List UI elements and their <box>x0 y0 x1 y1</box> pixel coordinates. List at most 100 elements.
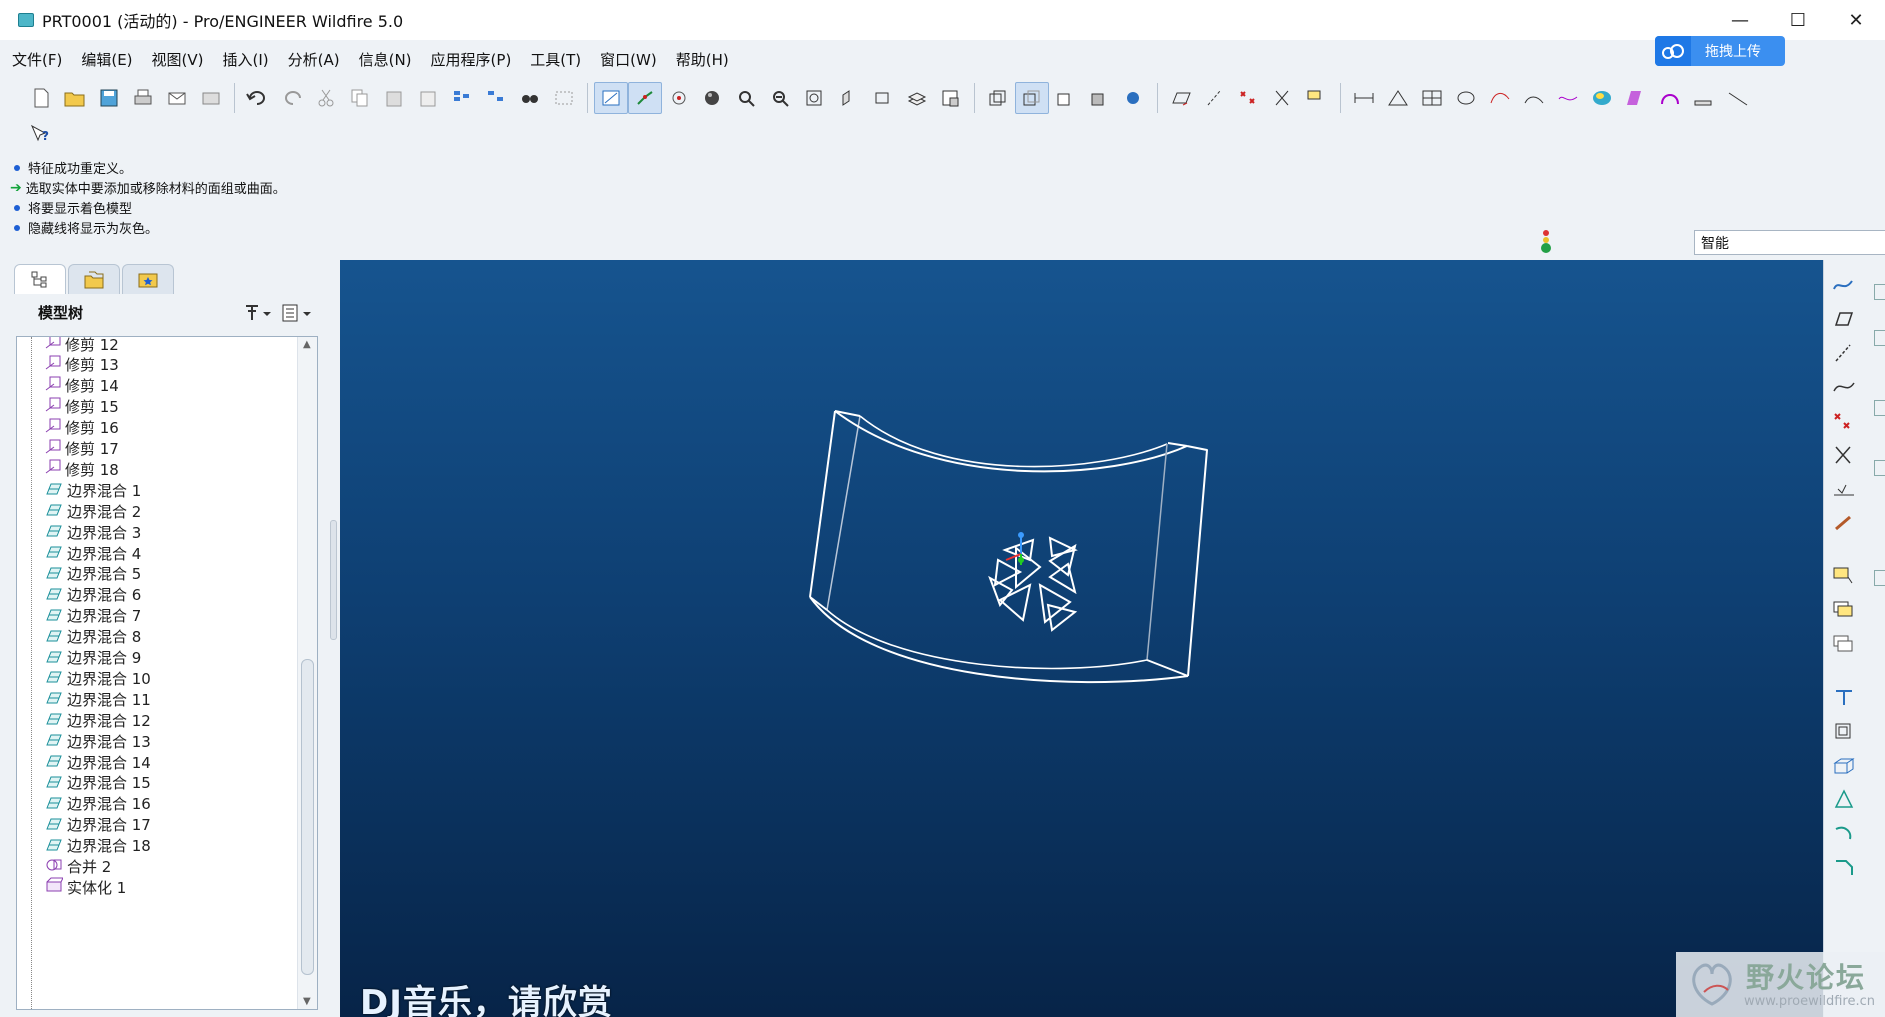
round-tool-icon[interactable] <box>1828 818 1860 848</box>
spin-center-icon[interactable] <box>628 82 662 114</box>
zoom-out-icon[interactable] <box>764 82 798 114</box>
menu-edit[interactable]: 编辑(E) <box>79 45 134 74</box>
shading-sphere-icon[interactable] <box>696 82 730 114</box>
wireframe-icon[interactable] <box>981 82 1015 114</box>
maximize-button[interactable]: ☐ <box>1769 0 1827 40</box>
refit-icon[interactable] <box>798 82 832 114</box>
chamfer-tool-icon[interactable] <box>1828 852 1860 882</box>
menu-applications[interactable]: 应用程序(P) <box>429 45 514 74</box>
curve-tool-icon[interactable] <box>1828 372 1860 402</box>
save-icon[interactable] <box>92 82 126 114</box>
new-file-icon[interactable] <box>24 82 58 114</box>
tree-item[interactable]: 实体化 1 <box>45 875 126 899</box>
blend-tool-icon[interactable] <box>1828 784 1860 814</box>
minimize-button[interactable]: — <box>1711 0 1769 40</box>
point-tool-icon[interactable] <box>1828 406 1860 436</box>
menu-tools[interactable]: 工具(T) <box>528 45 583 74</box>
annotation-feature-icon[interactable] <box>1828 560 1860 590</box>
shade-analysis-icon[interactable] <box>1653 82 1687 114</box>
cloud-upload-button[interactable]: 拖拽上传 <box>1655 36 1785 66</box>
menu-file[interactable]: 文件(F) <box>10 45 64 74</box>
annotation-icon[interactable] <box>1300 82 1334 114</box>
repaint-icon[interactable] <box>594 82 628 114</box>
measure-distance-icon[interactable] <box>1347 82 1381 114</box>
analysis-feature-icon[interactable] <box>1828 474 1860 504</box>
menu-window[interactable]: 窗口(W) <box>598 45 659 74</box>
edge-tool-tab[interactable] <box>1874 570 1885 586</box>
coord-systems-icon[interactable] <box>1266 82 1300 114</box>
csys-tool-icon[interactable] <box>1828 440 1860 470</box>
datum-axes-icon[interactable] <box>1198 82 1232 114</box>
context-help-icon[interactable]: ? <box>24 118 58 150</box>
menu-insert[interactable]: 插入(I) <box>221 45 271 74</box>
layers-icon[interactable] <box>900 82 934 114</box>
curvature-icon[interactable] <box>1483 82 1517 114</box>
redo-icon[interactable] <box>275 82 309 114</box>
chain-tool-icon[interactable] <box>1828 508 1860 538</box>
paste-special-icon[interactable] <box>411 82 445 114</box>
offset-curve-icon[interactable] <box>1551 82 1585 114</box>
tree-scroll-thumb[interactable] <box>301 659 314 975</box>
tree-settings-button[interactable] <box>238 300 278 326</box>
reflection-icon[interactable] <box>1585 82 1619 114</box>
measure-tool-icon[interactable] <box>1687 82 1721 114</box>
print-icon[interactable] <box>126 82 160 114</box>
menu-help[interactable]: 帮助(H) <box>674 45 731 74</box>
email-link-icon[interactable] <box>194 82 228 114</box>
measure-angle-icon[interactable] <box>1381 82 1415 114</box>
revolve-tool-icon[interactable] <box>1828 716 1860 746</box>
open-folder-icon[interactable] <box>58 82 92 114</box>
tab-folder-browser[interactable] <box>68 264 120 294</box>
paste-icon[interactable] <box>377 82 411 114</box>
enhanced-realism-icon[interactable] <box>1117 82 1151 114</box>
email-icon[interactable] <box>160 82 194 114</box>
copy-icon[interactable] <box>343 82 377 114</box>
edge-tool-tab[interactable] <box>1874 460 1885 476</box>
scroll-down-icon[interactable]: ▼ <box>303 996 311 1007</box>
find-icon[interactable] <box>513 82 547 114</box>
hidden-line-icon[interactable] <box>1015 82 1049 114</box>
select-box-icon[interactable] <box>547 82 581 114</box>
sweep-tool-icon[interactable] <box>1828 750 1860 780</box>
tab-model-tree[interactable] <box>14 264 66 294</box>
datum-points-icon[interactable] <box>1232 82 1266 114</box>
menu-analysis[interactable]: 分析(A) <box>286 45 342 74</box>
shading-icon[interactable] <box>1083 82 1117 114</box>
extrude-tool-icon[interactable] <box>1828 682 1860 712</box>
pattern-feature-icon[interactable] <box>1828 628 1860 658</box>
menu-view[interactable]: 视图(V) <box>150 45 206 74</box>
tree-scrollbar[interactable]: ▲ ▼ <box>297 337 317 1009</box>
view-manager-icon[interactable] <box>934 82 968 114</box>
panel-splitter[interactable] <box>328 520 340 760</box>
measure-area-icon[interactable] <box>1415 82 1449 114</box>
copy-feature-icon[interactable] <box>1828 594 1860 624</box>
graphics-viewport[interactable]: DJ音乐，请欣赏 <box>340 260 1823 1017</box>
cut-icon[interactable] <box>309 82 343 114</box>
menu-info[interactable]: 信息(N) <box>357 45 414 74</box>
edge-tool-tab[interactable] <box>1874 284 1885 300</box>
tree-show-button[interactable] <box>278 300 318 326</box>
edge-tool-tab[interactable] <box>1874 330 1885 346</box>
splitter-grip[interactable] <box>330 520 337 640</box>
dihedral-icon[interactable] <box>1721 82 1755 114</box>
tab-favorites[interactable] <box>122 264 174 294</box>
orient-mode-icon[interactable] <box>662 82 696 114</box>
draft-check-icon[interactable] <box>1619 82 1653 114</box>
scroll-up-icon[interactable]: ▲ <box>303 339 311 350</box>
sketch-tool-icon[interactable] <box>1828 270 1860 300</box>
measure-volume-icon[interactable] <box>1449 82 1483 114</box>
regenerate-manager-icon[interactable] <box>479 82 513 114</box>
axis-tool-icon[interactable] <box>1828 338 1860 368</box>
no-hidden-icon[interactable] <box>1049 82 1083 114</box>
zoom-in-icon[interactable] <box>730 82 764 114</box>
section-icon[interactable] <box>1517 82 1551 114</box>
saved-views-icon[interactable] <box>866 82 900 114</box>
close-button[interactable]: ✕ <box>1827 0 1885 40</box>
reorient-icon[interactable] <box>832 82 866 114</box>
datum-planes-icon[interactable] <box>1164 82 1198 114</box>
selection-filter-select[interactable]: 智能 <box>1694 230 1885 255</box>
plane-tool-icon[interactable] <box>1828 304 1860 334</box>
edge-tool-tab[interactable] <box>1874 400 1885 416</box>
undo-icon[interactable] <box>241 82 275 114</box>
regenerate-icon[interactable] <box>445 82 479 114</box>
